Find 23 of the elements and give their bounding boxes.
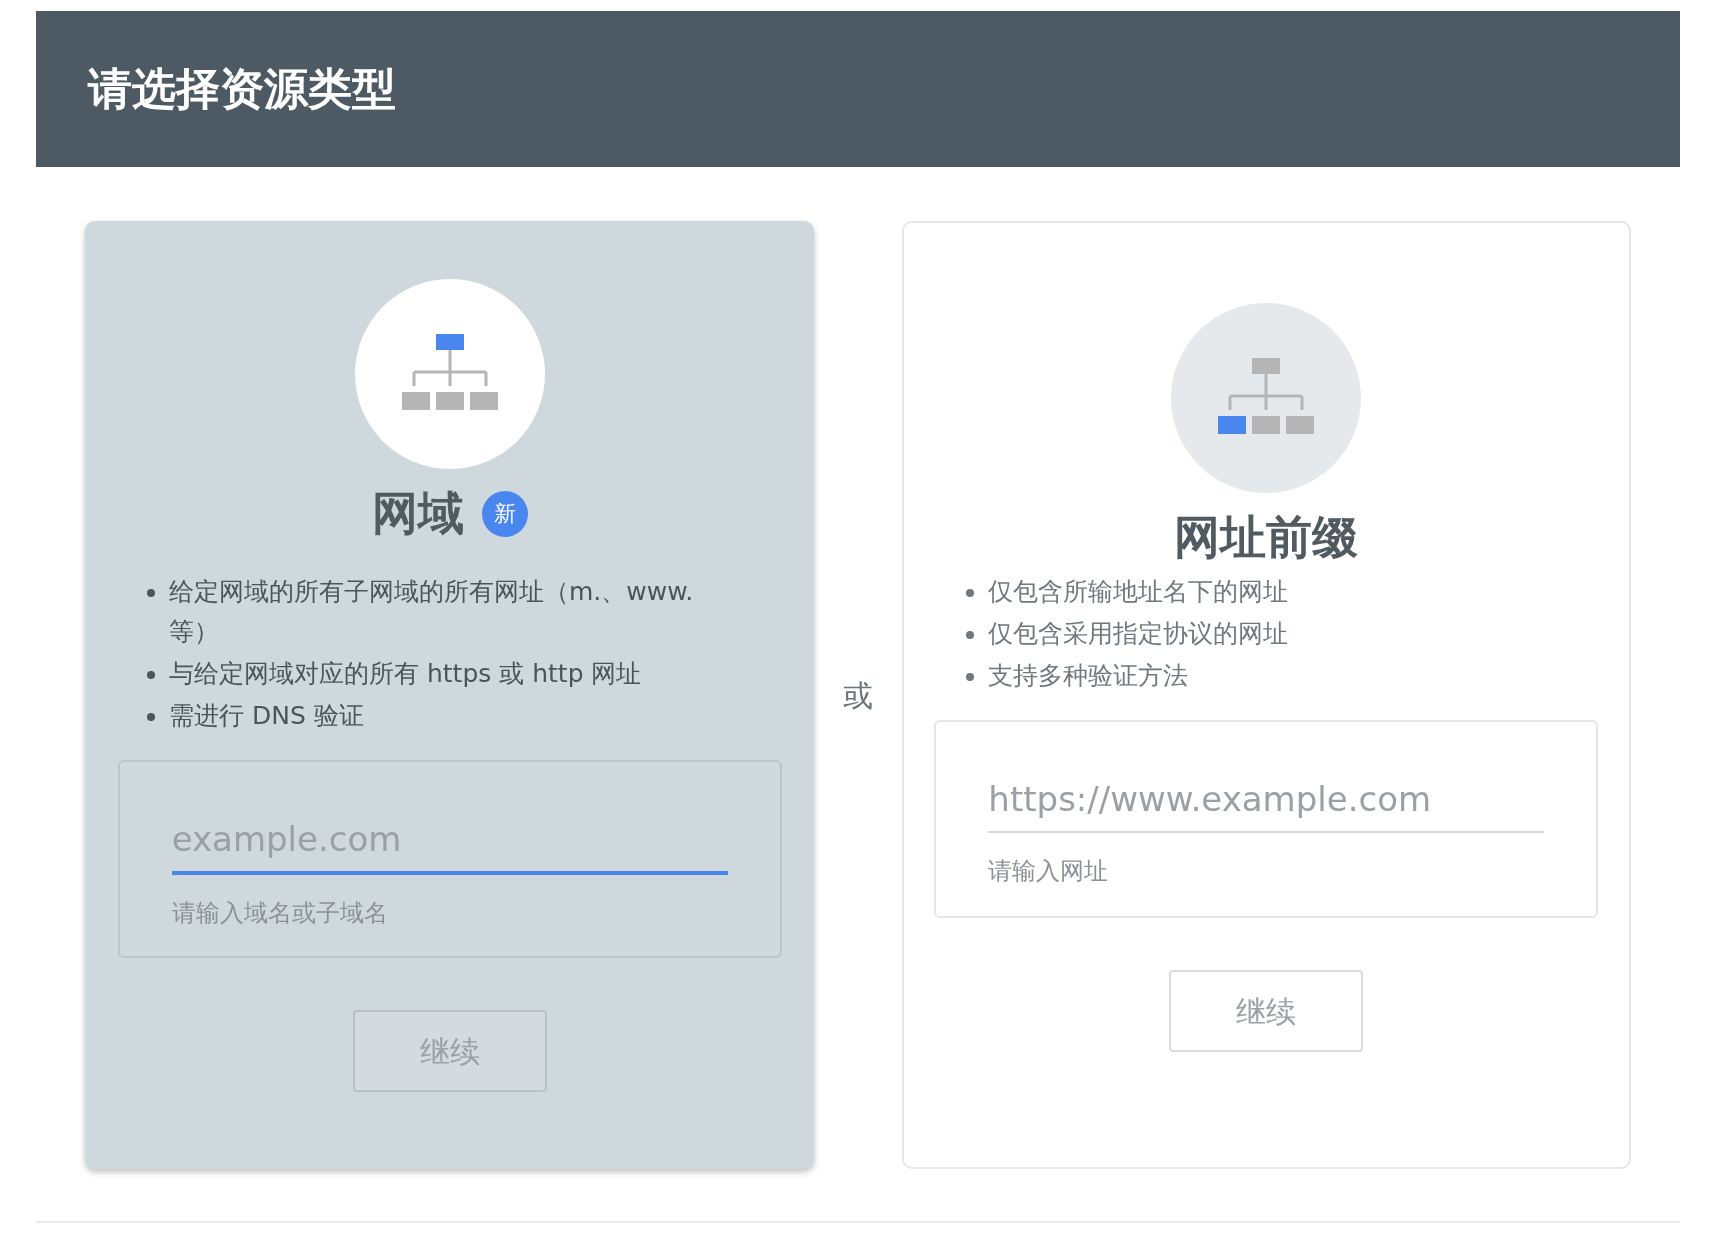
card-title: 网址前缀 [1174, 509, 1359, 566]
new-badge: 新 [481, 490, 528, 537]
helper-text: 请输入域名或子域名 [171, 898, 389, 929]
url-input-panel[interactable]: https://www.example.com 请输入网址 [934, 720, 1599, 918]
feature-text: 仅包含所输地址名下的网址 [987, 576, 1288, 608]
bullet-icon [965, 631, 974, 639]
helper-text: 请输入网址 [988, 856, 1110, 887]
resource-type-card[interactable]: 网址前缀 仅包含所输地址名下的网址 仅包含采用指定协议的网址 支持多种验证方法 https://www.example.com 请输入网址 继续 [901, 221, 1631, 1169]
bullet-icon [147, 671, 155, 679]
or-label: 或 [843, 676, 873, 715]
feature-text: 与给定网域对应的所有 https 或 http 网址 [169, 658, 642, 690]
bullet-icon [147, 589, 155, 597]
continue-button[interactable]: 继续 [352, 1010, 547, 1092]
page-title: 请选择资源类型 [88, 62, 396, 116]
bullet-icon [965, 589, 974, 597]
feature-text: 需进行 DNS 验证 [169, 700, 364, 732]
feature-text: 给定网域的所有子网域的所有网址（m.、www. 等） [169, 576, 695, 648]
continue-button[interactable]: 继续 [1169, 970, 1364, 1052]
bullet-icon [965, 673, 974, 681]
card-title: 网域 [371, 485, 464, 542]
feature-text: 仅包含采用指定协议的网址 [987, 618, 1288, 650]
bullet-icon [147, 713, 155, 721]
feature-text: 支持多种验证方法 [987, 660, 1188, 692]
